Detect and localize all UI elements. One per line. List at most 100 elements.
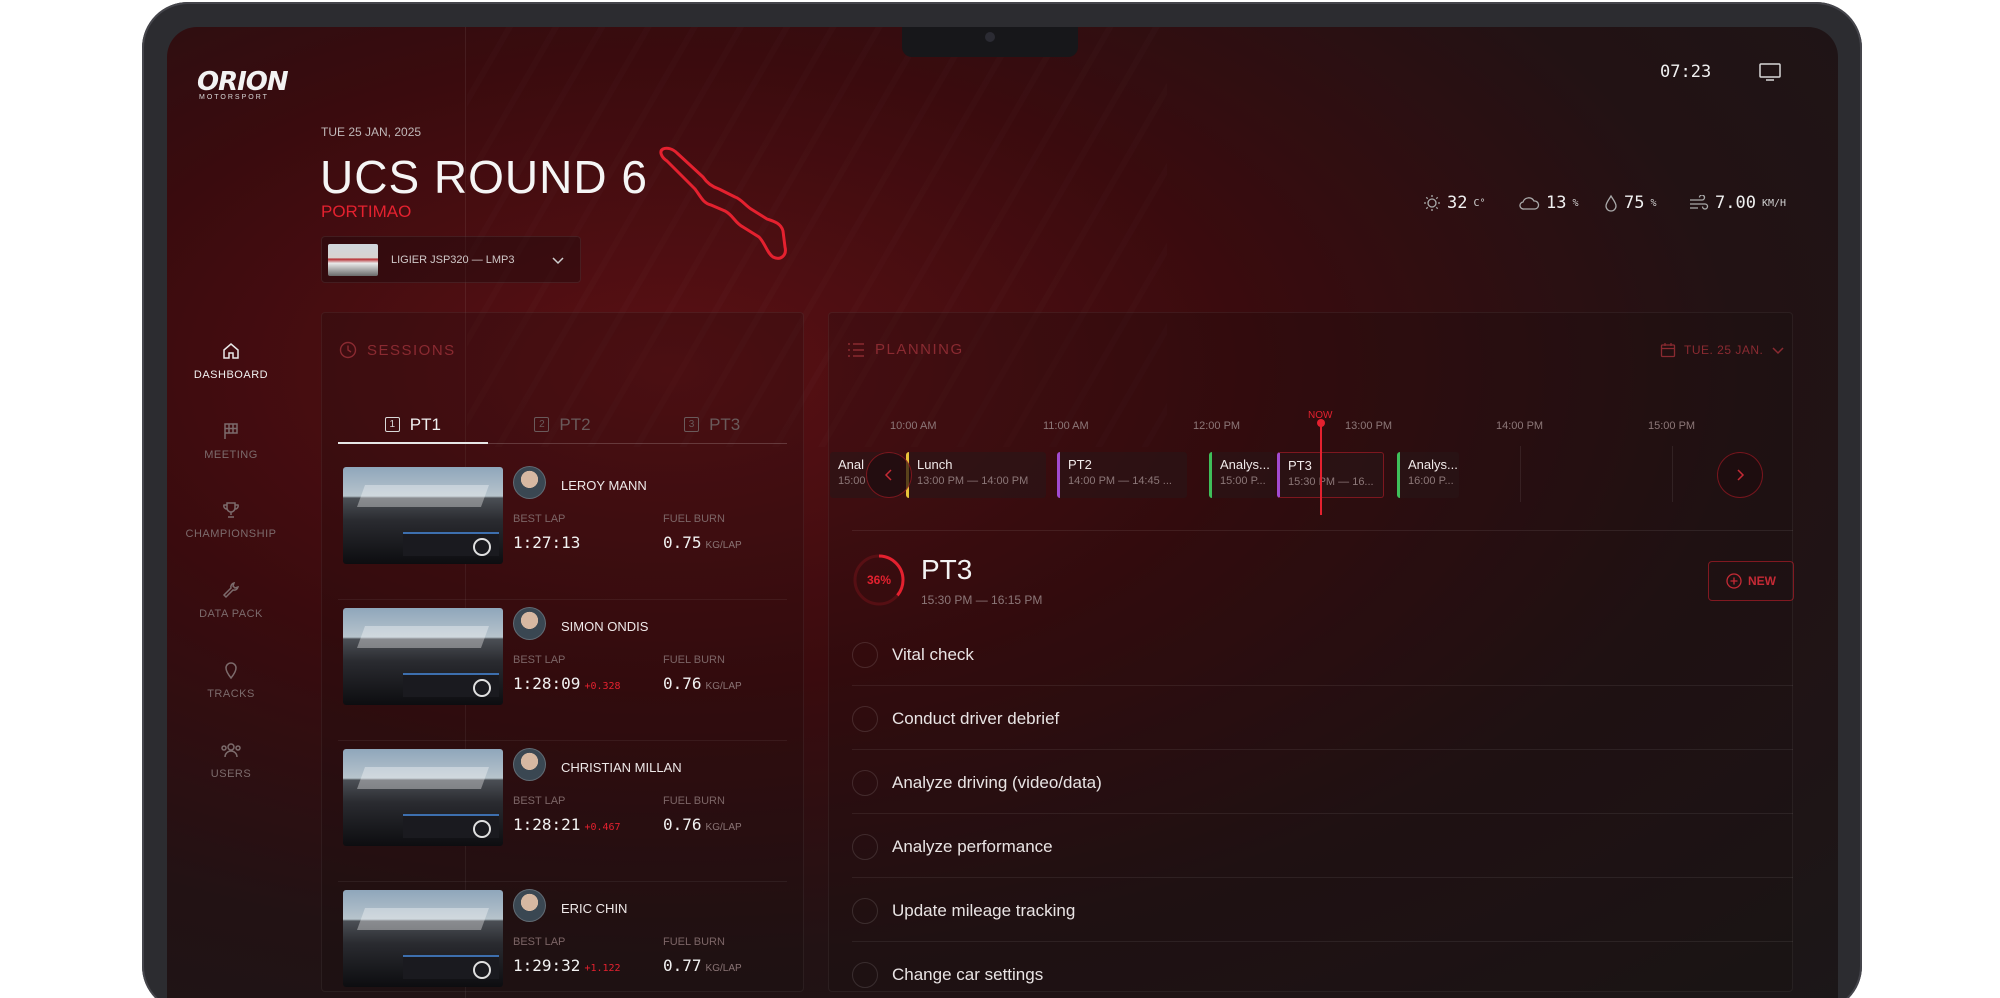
new-task-button[interactable]: NEW [1708,561,1794,601]
chevron-down-icon [1772,347,1784,355]
planning-date-picker[interactable]: TUE. 25 JAN. [1660,342,1785,358]
home-icon [223,343,239,359]
sun-icon [1424,195,1440,211]
sidebar-item-label: MEETING [204,449,258,461]
cloud-unit: % [1572,197,1579,209]
task-label: Analyze performance [892,837,1053,856]
best-lap-value: 1:28:09 +0.328 [513,674,621,693]
session-progress-ring: 36% [851,552,907,613]
task-item[interactable]: Analyze performance [852,814,1793,878]
driver-card[interactable]: LEROY MANN BEST LAP FUEL BURN 1:27:13 0.… [338,460,787,600]
task-checkbox[interactable] [852,706,878,732]
sidebar-item-dashboard[interactable]: DASHBOARD [180,341,282,381]
camera-notch [902,27,1078,57]
sidebar-item-data-pack[interactable]: DATA PACK [180,580,282,620]
sessions-title: SESSIONS [367,341,456,359]
onboard-video-thumbnail[interactable] [343,749,503,846]
monitor-icon[interactable] [1758,62,1782,87]
timeline-event[interactable]: Analys... 16:00 P... [1397,452,1459,498]
timeline-event[interactable]: PT2 14:00 PM — 14:45 ... [1057,452,1187,498]
fuel-burn-value: 0.75 KG/LAP [663,533,742,552]
car-selector-label: LIGIER JSP320 — LMP3 [391,254,515,266]
sessions-header: SESSIONS [339,341,456,359]
chevron-left-icon [884,469,892,481]
sidebar-item-label: DASHBOARD [193,369,269,381]
now-indicator [1317,419,1325,515]
sidebar-item-users[interactable]: USERS [180,740,282,780]
driver-card[interactable]: ERIC CHIN BEST LAP FUEL BURN 1:29:32 +1.1… [338,883,787,998]
planning-header: PLANNING [847,341,964,358]
list-icon [848,342,864,357]
temperature-unit: C° [1473,197,1486,209]
sidebar-item-meeting[interactable]: MEETING [180,421,282,461]
driver-card[interactable]: SIMON ONDIS BEST LAP FUEL BURN 1:28:09 +0… [338,601,787,741]
timeline-event-current[interactable]: PT3 15:30 PM — 16... [1277,452,1384,498]
driver-name: LEROY MANN [561,478,647,493]
timeline-event[interactable]: Analys... 15:00 P... [1209,452,1275,498]
current-session-time: 15:30 PM — 16:15 PM [921,593,1043,607]
time-label: 11:00 AM [1043,420,1089,432]
task-checkbox[interactable] [852,770,878,796]
task-checkbox[interactable] [852,642,878,668]
task-label: Update mileage tracking [892,901,1076,920]
sidebar-item-label: DATA PACK [199,608,263,620]
now-label: NOW [1308,410,1333,421]
task-checkbox[interactable] [852,898,878,924]
weather-humidity: 75 % [1604,193,1657,213]
wind-unit: KM/H [1761,197,1787,209]
wind-icon [1690,195,1709,210]
best-lap-label: BEST LAP [513,654,566,666]
tab-pt1[interactable]: 1 PT1 [338,406,488,444]
driver-name: ERIC CHIN [561,901,628,916]
onboard-video-thumbnail[interactable] [343,890,503,987]
clock-icon [339,341,357,359]
tab-number: 1 [384,417,400,432]
event-date: TUE 25 JAN, 2025 [321,125,422,139]
sidebar-item-tracks[interactable]: TRACKS [180,660,282,700]
chevron-right-icon [1737,469,1745,481]
tab-pt2[interactable]: 2 PT2 [488,406,638,443]
plus-circle-icon [1726,573,1742,589]
task-label: Vital check [892,645,974,664]
task-item[interactable]: Update mileage tracking [852,878,1793,942]
best-lap-label: BEST LAP [513,513,566,525]
tab-pt3[interactable]: 3 PT3 [637,406,787,443]
task-checkbox[interactable] [852,834,878,860]
chevron-down-icon [552,257,564,265]
new-button-label: NEW [1748,574,1776,588]
weather-cloud-cover: 13 % [1518,193,1579,213]
users-icon [221,743,241,758]
fuel-burn-value: 0.76 KG/LAP [663,674,742,693]
driver-card[interactable]: CHRISTIAN MILLAN BEST LAP FUEL BURN 1:28… [338,742,787,882]
fuel-burn-value: 0.77 KG/LAP [663,956,742,975]
tab-label: PT1 [409,414,441,434]
tab-label: PT2 [559,414,591,434]
droplet-icon [1605,194,1617,212]
orion-logo[interactable]: ORION MOTORSPORT [197,67,289,101]
avatar [513,607,546,640]
fuel-burn-label: FUEL BURN [663,795,725,807]
flag-icon [224,423,238,439]
best-lap-value: 1:28:21 +0.467 [513,815,621,834]
timeline-prev-button[interactable] [866,452,912,498]
location-pin-icon [225,662,237,680]
event-title: UCS ROUND 6 [320,151,648,203]
onboard-video-thumbnail[interactable] [343,467,503,564]
tab-number: 2 [534,417,550,432]
timeline-next-button[interactable] [1717,452,1763,498]
task-label: Conduct driver debrief [892,709,1060,728]
task-checkbox[interactable] [852,962,878,988]
sidebar-item-label: TRACKS [207,688,255,700]
tab-number: 3 [684,417,700,432]
onboard-video-thumbnail[interactable] [343,608,503,705]
task-item[interactable]: Change car settings [852,942,1793,998]
timeline-event[interactable]: Lunch 13:00 PM — 14:00 PM [906,452,1046,498]
car-selector[interactable]: LIGIER JSP320 — LMP3 [321,236,581,283]
weather-wind: 7.00 KM/H [1689,193,1786,213]
avatar [513,889,546,922]
circuit-name: PORTIMAO [321,202,412,221]
task-item[interactable]: Vital check [852,622,1793,686]
task-item[interactable]: Conduct driver debrief [852,686,1793,750]
sidebar-item-championship[interactable]: CHAMPIONSHIP [180,500,282,540]
task-item[interactable]: Analyze driving (video/data) [852,750,1793,814]
